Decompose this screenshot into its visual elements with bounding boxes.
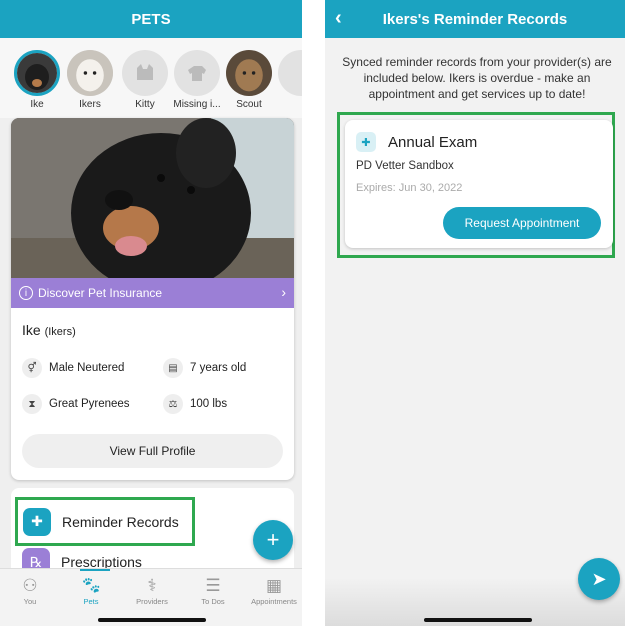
pet-profile-card: i Discover Pet Insurance › Ike (Ikers) ⚥… [11,118,294,480]
medical-icon: ✚ [356,132,376,152]
pet-name: Scout [236,99,262,110]
insurance-label: Discover Pet Insurance [38,286,163,300]
record-expires: Expires: Jun 30, 2022 [356,182,463,194]
tab-you-label: You [23,597,37,606]
stethoscope-icon: ⚕ [147,576,157,595]
pet-avatar [226,50,272,96]
pet-item-kitty[interactable]: Kitty [120,50,170,110]
attr-sex: ⚥ Male Neutered [22,358,124,378]
chevron-right-icon: › [281,284,286,300]
attr-breed-value: Great Pyrenees [49,398,130,410]
pet-name-main: Ike [22,322,41,338]
pet-name: Kitty [135,99,155,110]
add-button[interactable]: + [253,520,293,560]
pet-item-ike[interactable]: Ike [12,50,62,110]
attr-weight: ⚖ 100 lbs [163,394,227,414]
page-title: PETS [131,10,171,28]
intro-text: Synced reminder records from your provid… [342,55,612,101]
reminder-records-screen: ‹ Ikers's Reminder Records Synced remind… [325,0,625,626]
pet-selector[interactable]: Ike Ikers Kitty Missing i... Scout [0,38,302,118]
request-appointment-button[interactable]: Request Appointment [443,207,601,239]
attr-age-value: 7 years old [190,362,247,374]
pets-screen: PETS Ike Ikers Kitty Missing i... Scout … [0,0,302,626]
paw-icon: 🐾︎ [80,576,102,595]
view-full-profile-button[interactable]: View Full Profile [22,434,283,468]
attr-sex-value: Male Neutered [49,362,125,374]
cat-icon [122,50,168,96]
pet-name: Ike [30,99,44,110]
home-indicator [98,618,206,622]
tab-you[interactable]: ⚇ You [4,575,56,606]
pet-item-scout[interactable]: Scout [224,50,274,110]
pet-avatar [278,50,302,96]
send-icon[interactable]: ➤ [578,558,620,600]
tab-appointments-label: Appointments [251,597,297,606]
reminder-records-icon: ✚ [23,507,51,536]
attr-age: ▤ 7 years old [163,358,246,378]
cake-icon: ▤ [163,358,183,378]
page-title: Ikers's Reminder Records [382,10,568,28]
pet-name-title: Ike (Ikers) [22,322,76,338]
gender-icon: ⚥ [22,358,42,378]
attr-breed: ⧗ Great Pyrenees [22,394,130,414]
back-arrow-icon[interactable]: ‹ [335,8,342,28]
record-title-label: Annual Exam [388,133,478,151]
header-bar: ‹ Ikers's Reminder Records [325,0,625,38]
record-provider: PD Vetter Sandbox [356,160,454,172]
record-title: ✚ Annual Exam [356,132,477,152]
view-full-profile-label: View Full Profile [109,444,196,458]
pet-avatar [67,50,113,96]
hourglass-icon: ⧗ [22,394,42,414]
attr-weight-value: 100 lbs [190,398,228,410]
tab-providers-label: Providers [136,597,168,606]
pet-name-sub: (Ikers) [44,326,76,338]
scale-icon: ⚖ [163,394,183,414]
dog-icon [174,50,220,96]
request-appointment-label: Request Appointment [464,216,580,230]
pet-item-missing[interactable]: Missing i... [172,50,222,110]
tab-pets[interactable]: 🐾︎ Pets [65,575,117,606]
tab-providers[interactable]: ⚕ Providers [126,575,178,606]
person-icon: ⚇ [22,576,38,595]
pet-avatar [14,50,60,96]
tab-pets-label: Pets [83,597,99,606]
pet-item-more[interactable] [276,50,302,96]
info-icon: i [19,286,33,300]
checklist-icon: ☰ [205,576,221,595]
reminder-records-item[interactable]: ✚ Reminder Records [15,497,195,546]
pet-item-ikers[interactable]: Ikers [65,50,115,110]
active-tab-indicator [80,569,110,571]
reminder-records-label: Reminder Records [62,513,179,530]
tab-todos[interactable]: ☰ To Dos [187,575,239,606]
pet-photo [11,118,294,293]
pet-name: Ikers [79,99,101,110]
calendar-icon: ▦ [265,576,283,595]
tab-appointments[interactable]: ▦ Appointments [248,575,300,606]
home-indicator [424,618,532,622]
pet-name: Missing i... [173,99,221,110]
tab-todos-label: To Dos [201,597,225,606]
header-bar: PETS [0,0,302,38]
insurance-banner[interactable]: i Discover Pet Insurance › [11,278,294,308]
